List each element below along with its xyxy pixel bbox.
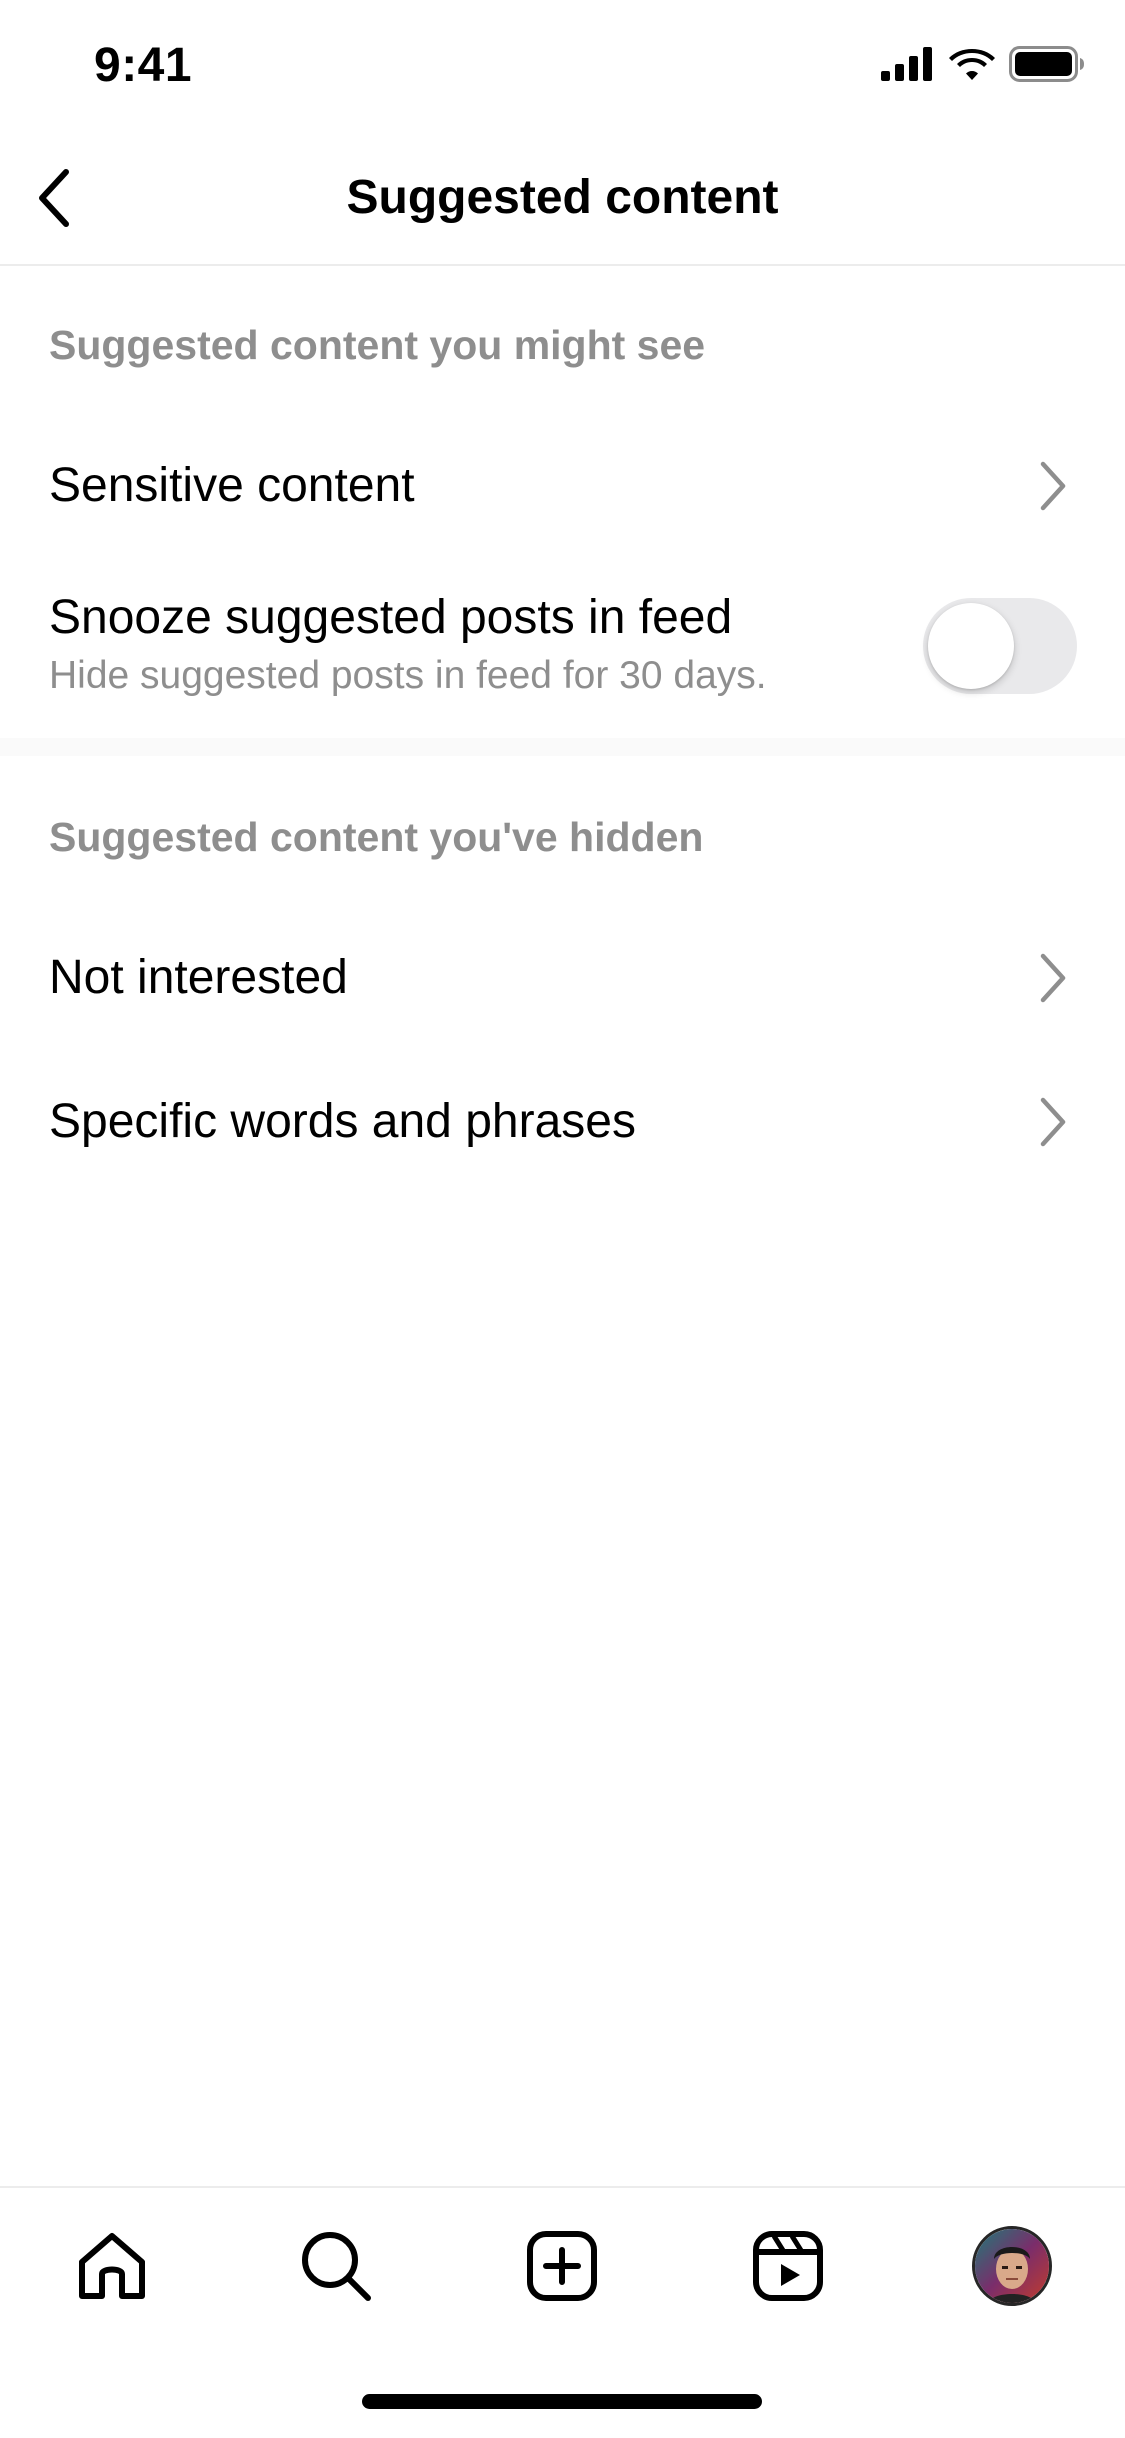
home-icon xyxy=(79,2233,145,2299)
chevron-right-icon xyxy=(1040,1097,1066,1147)
not-interested-row[interactable]: Not interested xyxy=(0,912,1125,1042)
cellular-signal-icon xyxy=(881,47,932,81)
specific-words-row[interactable]: Specific words and phrases xyxy=(0,1056,1125,1186)
section-divider xyxy=(0,738,1125,756)
wifi-icon xyxy=(949,49,995,80)
nav-home[interactable] xyxy=(64,2218,160,2314)
snooze-suggested-posts-label: Snooze suggested posts in feed xyxy=(49,591,733,644)
header: Suggested content xyxy=(0,132,1125,266)
status-icons xyxy=(881,46,1085,82)
snooze-suggested-posts-description: Hide suggested posts in feed for 30 days… xyxy=(49,654,767,697)
section-heading-hidden: Suggested content you've hidden xyxy=(49,814,704,860)
battery-icon xyxy=(1009,46,1084,82)
specific-words-label: Specific words and phrases xyxy=(49,1095,636,1148)
create-post-icon xyxy=(527,2231,597,2301)
search-icon xyxy=(302,2232,371,2301)
not-interested-label: Not interested xyxy=(49,951,348,1004)
reels-icon xyxy=(753,2231,823,2301)
chevron-right-icon xyxy=(1040,953,1066,1003)
sensitive-content-row[interactable]: Sensitive content xyxy=(0,420,1125,550)
nav-search[interactable] xyxy=(288,2218,384,2314)
toggle-knob xyxy=(928,603,1014,689)
nav-profile[interactable] xyxy=(964,2218,1060,2314)
snooze-suggested-posts-toggle[interactable] xyxy=(923,598,1077,694)
page-title: Suggested content xyxy=(346,171,779,224)
status-time: 9:41 xyxy=(94,39,193,92)
nav-create[interactable] xyxy=(514,2218,610,2314)
chevron-right-icon xyxy=(1040,461,1066,511)
nav-reels[interactable] xyxy=(740,2218,836,2314)
sensitive-content-label: Sensitive content xyxy=(49,459,415,512)
status-bar: 9:41 xyxy=(0,0,1125,132)
home-indicator xyxy=(362,2394,762,2409)
section-heading-might-see: Suggested content you might see xyxy=(49,322,706,368)
profile-avatar xyxy=(972,2226,1052,2306)
